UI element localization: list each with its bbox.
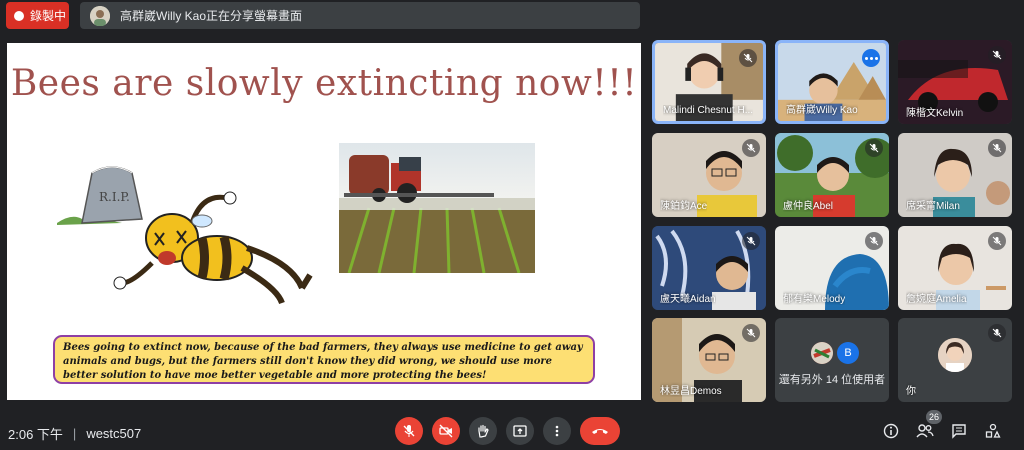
participant-name: Malindi Chesnut H... <box>663 105 754 116</box>
chat-icon <box>952 424 966 439</box>
participant-name: 郁有樂Melody <box>783 294 846 305</box>
participant-tile[interactable]: 詹婉庭Amelia <box>898 226 1012 310</box>
present-screen-icon <box>513 425 527 437</box>
participant-name: 陳楷文Kelvin <box>906 108 964 119</box>
presenting-banner: 高群崴Willy Kao正在分享螢幕畫面 <box>80 2 640 29</box>
mic-off-icon <box>988 139 1006 157</box>
speaking-indicator-icon <box>862 49 880 67</box>
participant-name: 盧仲良Abel <box>783 201 834 212</box>
participant-tile[interactable]: 盧天曦Aidan <box>652 226 766 310</box>
participant-name: 席采甯Milan <box>906 201 960 212</box>
more-options-button[interactable] <box>543 417 571 445</box>
record-dot-icon <box>14 10 24 21</box>
activities-button[interactable] <box>983 421 1003 441</box>
self-avatar <box>938 338 972 372</box>
mic-off-icon <box>739 49 757 67</box>
participant-name: 盧天曦Aidan <box>660 294 716 305</box>
present-screen-button[interactable] <box>506 417 534 445</box>
chat-button[interactable] <box>949 421 969 441</box>
participant-tile[interactable]: 席采甯Milan <box>898 133 1012 217</box>
recording-indicator[interactable]: 錄製中 <box>6 2 69 29</box>
activities-icon <box>985 423 1001 438</box>
meeting-info-button[interactable] <box>881 421 901 441</box>
more-vert-icon <box>555 425 559 437</box>
info-icon <box>883 423 899 439</box>
others-count-text: 還有另外 14 位使用者 <box>778 374 886 386</box>
separator: | <box>72 426 77 441</box>
camera-off-icon <box>439 424 453 438</box>
presenter-avatar <box>90 5 110 26</box>
recording-label: 錄製中 <box>30 9 67 23</box>
mic-off-icon <box>742 232 760 250</box>
mic-off-icon <box>865 139 883 157</box>
people-button[interactable] <box>915 421 935 441</box>
mic-off-icon <box>988 46 1006 64</box>
meeting-code: westc507 <box>86 426 142 441</box>
tractor-spraying-photo <box>339 143 535 273</box>
participant-tile[interactable]: 陳楷文Kelvin <box>898 40 1012 124</box>
self-tile[interactable]: 你 <box>898 318 1012 402</box>
mic-toggle-button[interactable] <box>395 417 423 445</box>
shared-screen-slide: Bees are slowly extincting now!!! R.I.P. <box>7 43 641 400</box>
others-tile[interactable]: B 還有另外 14 位使用者 <box>775 318 889 402</box>
mic-off-icon <box>742 139 760 157</box>
people-count-badge: 26 <box>926 410 942 424</box>
tombstone-text: R.I.P. <box>99 190 130 204</box>
dead-bee-illustration: R.I.P. <box>57 166 313 305</box>
participant-tile[interactable]: 高群崴Willy Kao <box>775 40 889 124</box>
meeting-details: 2:06 下午 | westc507 <box>8 424 141 443</box>
participant-tile[interactable]: Malindi Chesnut H... <box>652 40 766 124</box>
leave-call-button[interactable] <box>580 417 620 445</box>
raise-hand-button[interactable] <box>469 417 497 445</box>
participant-tile[interactable]: 林昱昌Demos <box>652 318 766 402</box>
others-avatars: B <box>811 342 859 364</box>
participant-name: 陳鉑鈞Ace <box>660 201 708 212</box>
clock-time: 2:06 下午 <box>8 427 63 442</box>
participant-name: 林昱昌Demos <box>660 386 722 397</box>
avatar <box>811 342 833 364</box>
slide-title: Bees are slowly extincting now!!! <box>10 63 638 104</box>
call-end-icon <box>592 429 608 434</box>
participant-tile[interactable]: 郁有樂Melody <box>775 226 889 310</box>
mic-off-icon <box>742 324 760 342</box>
mic-off-icon <box>403 425 415 437</box>
mic-off-icon <box>865 232 883 250</box>
self-label: 你 <box>906 386 916 397</box>
slide-caption: Bees going to extinct now, because of th… <box>53 335 595 384</box>
people-icon <box>916 424 934 438</box>
participant-tile[interactable]: 盧仲良Abel <box>775 133 889 217</box>
participant-name: 高群崴Willy Kao <box>786 105 858 116</box>
presenting-text: 高群崴Willy Kao正在分享螢幕畫面 <box>120 9 303 23</box>
camera-toggle-button[interactable] <box>432 417 460 445</box>
raise-hand-icon <box>478 424 489 438</box>
participant-name: 詹婉庭Amelia <box>906 294 967 305</box>
mic-off-icon <box>988 232 1006 250</box>
mic-off-icon <box>988 324 1006 342</box>
participant-tile[interactable]: 陳鉑鈞Ace <box>652 133 766 217</box>
avatar-letter: B <box>837 342 859 364</box>
